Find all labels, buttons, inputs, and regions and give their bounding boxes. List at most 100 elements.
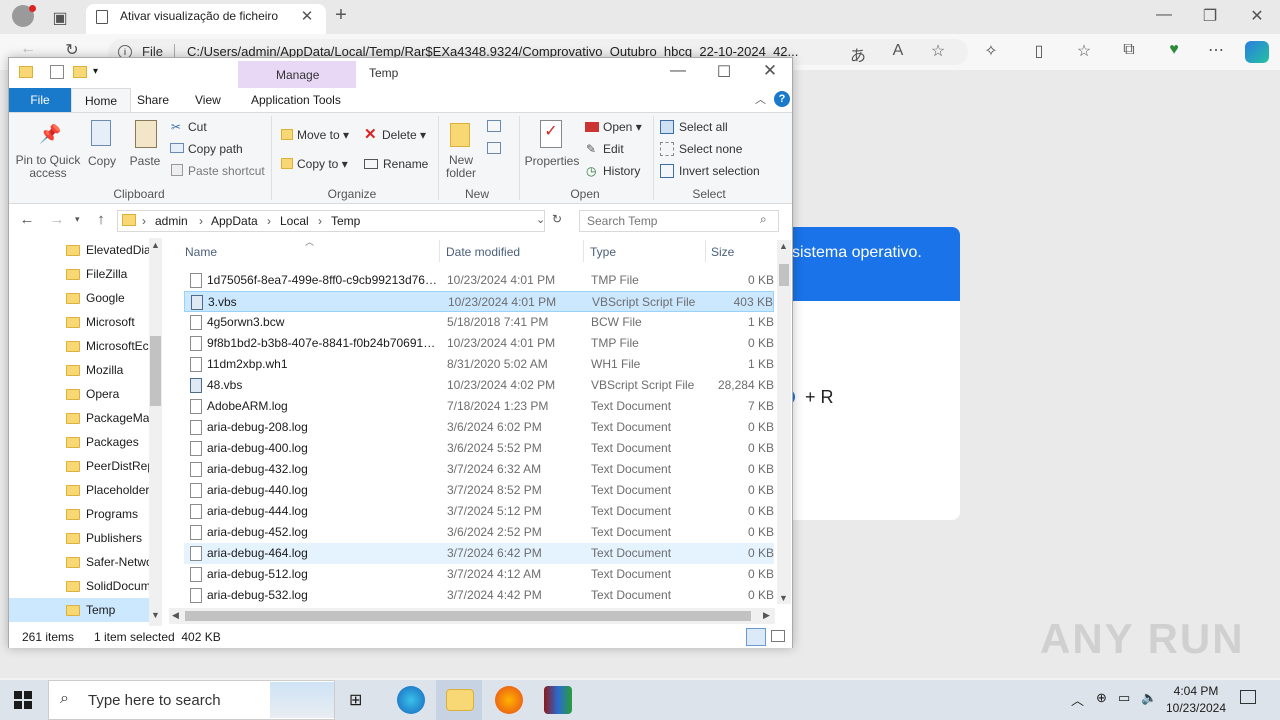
start-icon[interactable] <box>14 691 32 709</box>
notifications-icon[interactable] <box>1240 690 1256 704</box>
volume-icon[interactable]: 🔈 <box>1141 690 1157 706</box>
file-row[interactable]: aria-debug-208.log 3/6/2024 6:02 PM Text D… <box>184 417 774 438</box>
details-view-icon[interactable] <box>746 628 766 646</box>
nav-folder-item[interactable]: ElevatedDia <box>9 238 149 262</box>
help-icon[interactable]: ? <box>774 91 790 107</box>
copy-button[interactable]: Copy <box>85 154 119 168</box>
breadcrumb-appdata[interactable]: AppData <box>211 214 258 228</box>
file-row[interactable]: 3.vbs 10/23/2024 4:01 PM VBScript Script F… <box>184 291 774 312</box>
nav-folder-item[interactable]: Mozilla <box>9 358 149 382</box>
edge-taskbar-icon[interactable] <box>397 686 425 714</box>
file-row[interactable]: aria-debug-432.log 3/7/2024 6:32 AM Text D… <box>184 459 774 480</box>
breadcrumb-local[interactable]: Local <box>280 214 309 228</box>
nav-folder-item[interactable]: PackageMa <box>9 406 149 430</box>
breadcrumb-admin[interactable]: admin <box>155 214 188 228</box>
address-dropdown-icon[interactable]: ⌄ <box>536 213 545 226</box>
more-menu-icon[interactable]: ⋯ <box>1204 40 1228 60</box>
tab-home[interactable]: Home <box>71 88 131 113</box>
file-row[interactable]: aria-debug-512.log 3/7/2024 4:12 AM Text D… <box>184 564 774 585</box>
nav-folder-item[interactable]: Publishers <box>9 526 149 550</box>
network-status-icon[interactable]: ⊕ <box>1096 690 1107 706</box>
extensions-icon[interactable]: ✧ <box>979 41 1003 61</box>
delete-button[interactable]: Delete ▾ <box>382 128 426 142</box>
nav-folder-item[interactable]: SolidDocum <box>9 574 149 598</box>
read-aloud-icon[interactable]: A <box>886 42 910 60</box>
horizontal-scrollbar-thumb[interactable] <box>185 611 751 621</box>
back-icon[interactable]: ← <box>16 40 40 58</box>
select-none-button[interactable]: Select none <box>679 142 742 156</box>
easy-access-icon[interactable] <box>487 142 501 154</box>
translate-icon[interactable]: あ <box>846 42 870 66</box>
winrar-taskbar-icon[interactable] <box>544 686 572 714</box>
tab-actions-icon[interactable]: ▣ <box>48 8 72 28</box>
file-row[interactable]: 9f8b1bd2-b3b8-407e-8841-f0b24b70691a... 1… <box>184 333 774 354</box>
file-row[interactable]: 1d75056f-8ea7-499e-8ff0-c9cb99213d76.t..… <box>184 270 774 291</box>
file-row[interactable]: 11dm2xbp.wh1 8/31/2020 5:02 AM WH1 File 1 K… <box>184 354 774 375</box>
file-list-scrollbar[interactable] <box>777 240 791 604</box>
task-view-icon[interactable]: ⊞ <box>349 690 362 710</box>
network-icon[interactable]: ▭ <box>1118 690 1130 706</box>
nav-folder-item[interactable]: Safer-Netwo <box>9 550 149 574</box>
pin-to-quick-access-button[interactable]: Pin to Quick access <box>13 154 83 180</box>
select-all-button[interactable]: Select all <box>679 120 728 134</box>
large-icons-view-icon[interactable] <box>771 630 785 642</box>
edit-button[interactable]: Edit <box>603 142 624 156</box>
favorites-icon[interactable]: ☆ <box>1072 41 1096 61</box>
explorer-minimize-icon[interactable]: — <box>666 62 690 80</box>
new-item-icon[interactable] <box>487 120 501 132</box>
back-arrow-icon[interactable]: ← <box>15 211 39 228</box>
scroll-up-icon[interactable]: ▲ <box>779 241 788 251</box>
properties-qat-icon[interactable] <box>50 65 64 79</box>
clock-time[interactable]: 4:04 PM <box>1166 684 1226 698</box>
copy-path-button[interactable]: Copy path <box>188 142 243 156</box>
tab-view[interactable]: View <box>195 93 221 107</box>
file-row[interactable]: AdobeARM.log 7/18/2024 1:23 PM Text Docume… <box>184 396 774 417</box>
file-list-scrollbar-thumb[interactable] <box>779 264 789 286</box>
nav-folder-item[interactable]: Opera <box>9 382 149 406</box>
properties-button[interactable]: Properties <box>524 154 580 168</box>
invert-selection-button[interactable]: Invert selection <box>679 164 760 178</box>
nav-scroll-up-icon[interactable]: ▲ <box>151 240 160 250</box>
recent-locations-icon[interactable]: ▾ <box>75 214 80 225</box>
scroll-down-icon[interactable]: ▼ <box>779 593 788 603</box>
nav-folder-item[interactable]: Google <box>9 286 149 310</box>
rename-button[interactable]: Rename <box>383 157 428 171</box>
cut-button[interactable]: Cut <box>188 120 207 134</box>
new-folder-button[interactable]: New folder <box>441 154 481 180</box>
nav-folder-item[interactable]: MicrosoftEc <box>9 334 149 358</box>
nav-scroll-down-icon[interactable]: ▼ <box>151 610 160 620</box>
file-row[interactable]: aria-debug-440.log 3/7/2024 8:52 PM Text D… <box>184 480 774 501</box>
clock-date[interactable]: 10/23/2024 <box>1162 701 1230 715</box>
nav-folder-item[interactable]: Placeholder <box>9 478 149 502</box>
firefox-taskbar-icon[interactable] <box>495 686 523 714</box>
restore-icon[interactable]: ❐ <box>1198 6 1222 26</box>
search-icon[interactable]: ⌕ <box>760 212 767 227</box>
move-to-button[interactable]: Move to ▾ <box>297 128 349 142</box>
breadcrumb-temp[interactable]: Temp <box>331 214 360 228</box>
new-folder-qat-icon[interactable] <box>73 66 87 78</box>
file-row[interactable]: aria-debug-464.log 3/7/2024 6:42 PM Text D… <box>184 543 774 564</box>
nav-folder-item[interactable]: Programs <box>9 502 149 526</box>
show-hidden-icons-icon[interactable]: ︿ <box>1071 690 1084 709</box>
nav-scrollbar[interactable] <box>149 238 162 626</box>
minimize-icon[interactable]: — <box>1152 6 1176 24</box>
nav-folder-item[interactable]: Packages <box>9 430 149 454</box>
tab-share[interactable]: Share <box>137 93 169 107</box>
nav-folder-item[interactable]: Microsoft <box>9 310 149 334</box>
browser-essentials-icon[interactable]: ♥ <box>1162 41 1186 59</box>
copilot-icon[interactable] <box>1245 41 1269 63</box>
favorite-star-icon[interactable]: ☆ <box>926 41 950 61</box>
copy-to-button[interactable]: Copy to ▾ <box>297 157 348 171</box>
close-window-icon[interactable]: ✕ <box>1245 6 1269 26</box>
nav-folder-item[interactable]: FileZilla <box>9 262 149 286</box>
up-arrow-icon[interactable]: ↑ <box>89 211 113 228</box>
scroll-right-icon[interactable]: ▶ <box>763 610 770 621</box>
explorer-close-icon[interactable]: ✕ <box>758 61 782 81</box>
refresh-explorer-icon[interactable]: ↻ <box>552 212 562 226</box>
file-row[interactable]: 48.vbs 10/23/2024 4:02 PM VBScript Script … <box>184 375 774 396</box>
tab-file[interactable]: File <box>9 88 71 112</box>
open-button[interactable]: Open ▾ <box>603 120 642 134</box>
tab-application-tools[interactable]: Application Tools <box>251 93 341 107</box>
file-explorer-taskbar-icon[interactable] <box>446 689 474 711</box>
collapse-ribbon-icon[interactable]: ︿ <box>755 91 766 107</box>
